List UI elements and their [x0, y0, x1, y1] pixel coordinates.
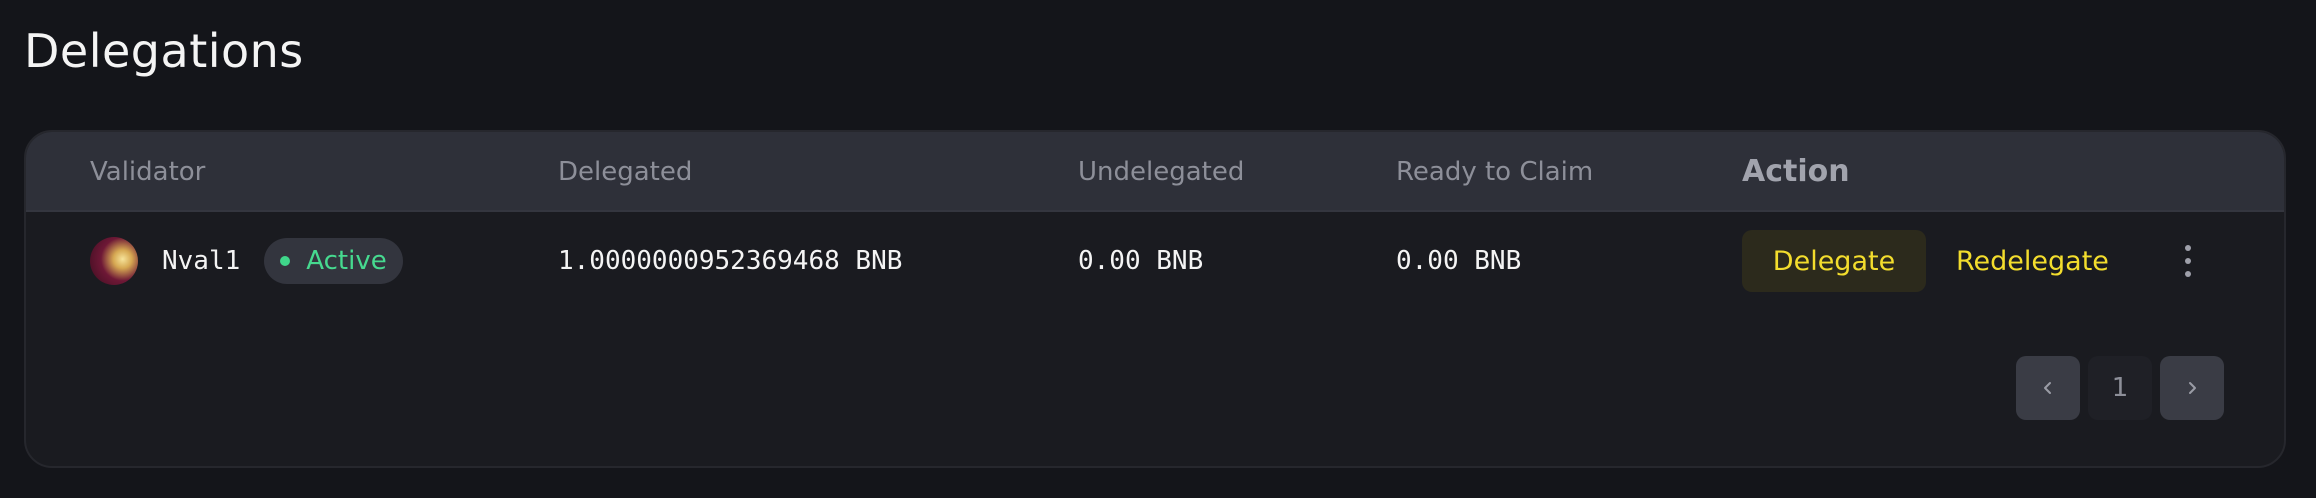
header-ready-to-claim: Ready to Claim [1396, 157, 1594, 187]
delegated-amount: 1.0000000952369468 BNB [558, 246, 903, 276]
more-vertical-icon[interactable] [2176, 236, 2200, 286]
pagination-current-page[interactable]: 1 [2088, 356, 2152, 420]
table-header: Validator Delegated Undelegated Ready to… [26, 132, 2284, 212]
header-delegated: Delegated [558, 157, 693, 187]
table-row: Nval1 Active 1.0000000952369468 BNB 0.00… [26, 212, 2284, 310]
validator-name[interactable]: Nval1 [162, 246, 240, 276]
chevron-left-icon [2044, 382, 2051, 394]
redelegate-cell: Redelegate [1956, 212, 2109, 310]
delegations-table: Validator Delegated Undelegated Ready to… [24, 130, 2286, 468]
validator-cell[interactable]: Nval1 Active [90, 212, 403, 310]
page-title: Delegations [24, 24, 304, 78]
pagination-next-button[interactable] [2160, 356, 2224, 420]
status-label: Active [306, 246, 387, 276]
delegate-button[interactable]: Delegate [1742, 230, 1926, 292]
undelegated-amount: 0.00 BNB [1078, 246, 1204, 276]
avatar [90, 237, 138, 285]
chevron-right-icon [2189, 382, 2196, 394]
header-action: Action [1742, 154, 1850, 189]
ready-to-claim-amount: 0.00 BNB [1396, 246, 1522, 276]
header-validator: Validator [90, 157, 206, 187]
status-dot-icon [280, 256, 291, 266]
redelegate-button[interactable]: Redelegate [1956, 246, 2109, 277]
action-cell: Delegate [1742, 212, 1926, 310]
delegations-page: Delegations Validator Delegated Undelega… [0, 0, 2316, 498]
status-badge: Active [264, 238, 403, 284]
pagination-prev-button[interactable] [2016, 356, 2080, 420]
header-undelegated: Undelegated [1078, 157, 1245, 187]
